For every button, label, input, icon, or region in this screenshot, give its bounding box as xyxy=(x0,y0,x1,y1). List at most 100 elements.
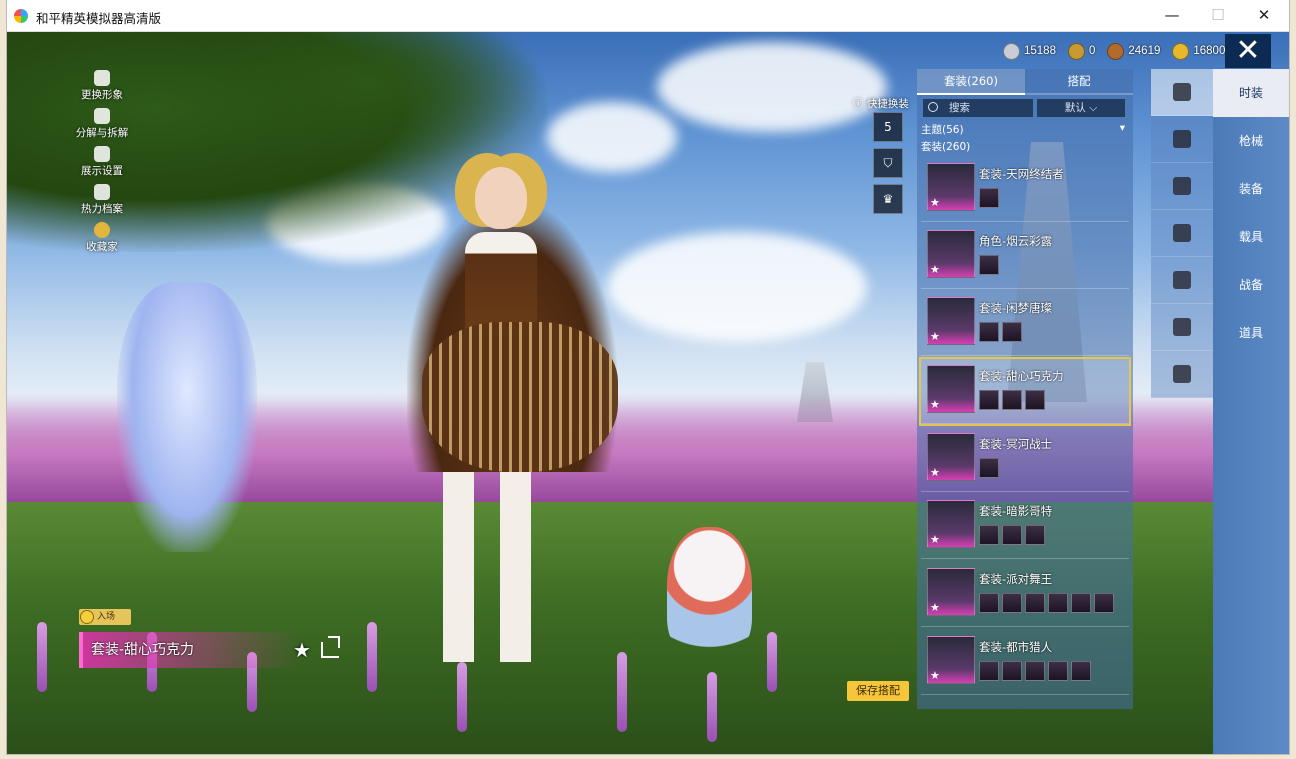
quick-change-label: ⓘ 快捷换装 xyxy=(853,98,909,110)
star-icon: ★ xyxy=(930,196,940,209)
title-bar: 和平精英模拟器高清版 — ☐ ✕ xyxy=(7,0,1289,32)
current-outfit-title: 套装-甜心巧克力 xyxy=(79,632,301,668)
currency-value: 24619 xyxy=(1128,45,1161,57)
nav-combat-gear[interactable]: 战备 xyxy=(1213,261,1289,309)
star-icon: ★ xyxy=(930,263,940,276)
outfit-parts xyxy=(979,593,1114,613)
tab-suits[interactable]: 套装(260) xyxy=(917,69,1025,95)
nav-equipment[interactable]: 装备 xyxy=(1213,165,1289,213)
outfit-item-selected[interactable]: ★ 套装-甜心巧克力 xyxy=(919,357,1131,426)
quick-change-crest[interactable]: ⛉ xyxy=(873,148,903,178)
maximize-button[interactable]: ☐ xyxy=(1195,0,1241,31)
outfit-item[interactable]: ★ 套装-闲梦唐璨 xyxy=(921,291,1129,356)
currency-value: 15188 xyxy=(1024,45,1056,57)
outfit-thumbnail: ★ xyxy=(927,568,975,616)
share-icon[interactable] xyxy=(321,642,339,658)
outfit-thumbnail: ★ xyxy=(927,365,975,413)
dropdown-arrow-icon: ▾ xyxy=(1119,122,1125,134)
currency-bar: 15188 0 24619 168004 xyxy=(1003,40,1240,62)
quick-change-wings[interactable]: ♛ xyxy=(873,184,903,214)
outfit-item[interactable]: ★ 套装-都市猎人 xyxy=(921,630,1129,695)
outfit-name: 套装-甜心巧克力 xyxy=(979,369,1064,383)
save-outfit-button[interactable]: 保存搭配 xyxy=(847,681,909,701)
part-thumbnail xyxy=(979,458,999,478)
outfit-name: 套装-派对舞王 xyxy=(979,572,1053,586)
part-thumbnail xyxy=(1002,661,1022,681)
outfit-name: 套装-都市猎人 xyxy=(979,640,1053,654)
category-weapon-skin[interactable] xyxy=(1151,116,1213,163)
part-thumbnail xyxy=(979,593,999,613)
category-backpack[interactable] xyxy=(1151,257,1213,304)
smiley-icon xyxy=(80,610,94,624)
lavender xyxy=(457,662,467,732)
search-input[interactable]: 搜索 xyxy=(923,99,1033,117)
menu-label: 分解与拆解 xyxy=(75,127,129,139)
category-gun[interactable] xyxy=(1151,351,1213,398)
minimize-button[interactable]: — xyxy=(1149,0,1195,31)
favorite-star-icon[interactable]: ★ xyxy=(293,638,311,662)
category-outfit[interactable] xyxy=(1151,69,1213,116)
part-thumbnail xyxy=(1002,322,1022,342)
nav-weapons[interactable]: 枪械 xyxy=(1213,117,1289,165)
entrance-badge[interactable]: 入场 xyxy=(79,609,131,625)
puzzle-icon xyxy=(94,108,110,124)
part-thumbnail xyxy=(979,255,999,275)
goggles-icon xyxy=(1173,177,1191,195)
menu-collector[interactable]: 收藏家 xyxy=(67,222,137,260)
outfit-thumbnail: ★ xyxy=(927,163,975,211)
eye-icon xyxy=(94,146,110,162)
close-panel-button[interactable]: ✕ xyxy=(1225,34,1271,68)
quick-change-slot[interactable]: 5 xyxy=(873,112,903,142)
outfit-thumbnail: ★ xyxy=(927,230,975,278)
nav-items[interactable]: 道具 xyxy=(1213,309,1289,357)
quick-change-text: 快捷换装 xyxy=(866,98,909,110)
menu-decompose[interactable]: 分解与拆解 xyxy=(67,108,137,146)
currency-bronze: 24619 xyxy=(1107,42,1161,60)
menu-label: 热力档案 xyxy=(81,203,123,215)
part-thumbnail xyxy=(979,390,999,410)
part-thumbnail xyxy=(1002,593,1022,613)
category-pants[interactable] xyxy=(1151,304,1213,351)
sort-dropdown[interactable]: 默认 ⌵ xyxy=(1037,99,1125,117)
part-thumbnail xyxy=(1002,525,1022,545)
part-thumbnail xyxy=(1048,661,1068,681)
outfit-item[interactable]: ★ 角色-烟云彩露 xyxy=(921,224,1129,289)
outfit-name: 套装-暗影哥特 xyxy=(979,504,1053,518)
outfit-item[interactable]: ★ 套装-天网终结者 xyxy=(921,157,1129,222)
badge-label: 入场 xyxy=(97,612,116,622)
nav-fashion[interactable]: 时装 xyxy=(1213,69,1289,117)
category-goggles[interactable] xyxy=(1151,163,1213,210)
menu-change-avatar[interactable]: 更换形象 xyxy=(67,70,137,108)
outfit-icon xyxy=(1173,83,1191,101)
tab-combos[interactable]: 搭配 xyxy=(1025,69,1133,95)
nav-vehicles[interactable]: 载具 xyxy=(1213,213,1289,261)
group-theme-label: 主题(56) xyxy=(921,124,964,136)
panel-tabs: 套装(260) 搭配 xyxy=(917,69,1133,95)
side-nav: 时装 枪械 装备 载具 战备 道具 xyxy=(1213,69,1289,754)
cloud xyxy=(657,42,887,132)
menu-label: 更换形象 xyxy=(81,89,123,101)
group-theme[interactable]: 主题(56) ▾ xyxy=(921,122,1129,137)
outfit-item[interactable]: ★ 套装-冥河战士 xyxy=(921,427,1129,492)
gold-coin-icon xyxy=(1172,42,1190,60)
search-placeholder: 搜索 xyxy=(949,102,970,114)
outfit-name: 套装-天网终结者 xyxy=(979,167,1064,181)
part-thumbnail xyxy=(1071,661,1091,681)
outfit-item[interactable]: ★ 套装-派对舞王 xyxy=(921,562,1129,627)
category-helmet[interactable] xyxy=(1151,210,1213,257)
menu-display-settings[interactable]: 展示设置 xyxy=(67,146,137,184)
flame-icon xyxy=(94,184,110,200)
outfit-parts xyxy=(979,661,1091,681)
outfit-name: 套装-闲梦唐璨 xyxy=(979,301,1053,315)
outfit-item[interactable]: ★ 套装-暗影哥特 xyxy=(921,494,1129,559)
lavender xyxy=(707,672,717,742)
lavender xyxy=(37,622,47,692)
outfit-name: 角色-烟云彩露 xyxy=(979,234,1053,248)
star-icon: ★ xyxy=(930,398,940,411)
menu-heat-archive[interactable]: 热力档案 xyxy=(67,184,137,222)
crest-icon: ⛉ xyxy=(883,156,893,170)
outfit-parts xyxy=(979,390,1045,410)
close-window-button[interactable]: ✕ xyxy=(1241,0,1287,31)
cloud xyxy=(607,232,867,342)
bronze-coin-icon xyxy=(1107,42,1125,60)
